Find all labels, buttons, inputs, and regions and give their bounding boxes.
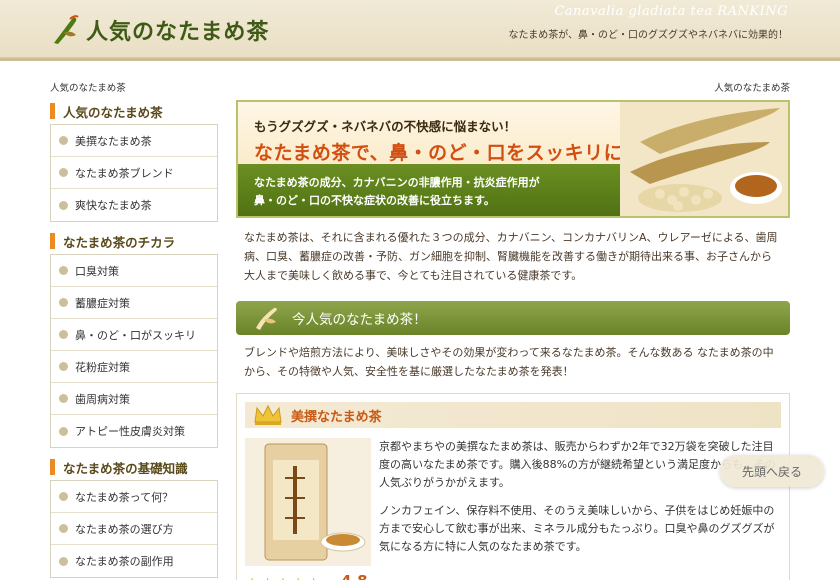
beans-and-tea-image — [620, 102, 788, 216]
section-header-popular: 今人気のなたまめ茶！ — [236, 301, 790, 335]
bullet-icon — [59, 492, 68, 501]
heading-bar — [50, 459, 55, 475]
sidebar-item-label: 歯周病対策 — [75, 392, 130, 406]
sidebar-item-soukai[interactable]: 爽快なたまめ茶 — [51, 189, 217, 221]
sidebar-item-what-is[interactable]: なたまめ茶って何？ — [51, 481, 217, 513]
banner-line-1: もうグズグズ・ネバネバの不快感に悩まない！ — [254, 119, 517, 134]
site-header: 人気のなたまめ茶 Canavalia gladiata tea RANKING … — [0, 0, 840, 61]
bullet-icon — [59, 266, 68, 275]
sidebar-heading-power: なたまめ茶のチカラ — [50, 230, 218, 252]
site-english-title: Canavalia gladiata tea RANKING — [554, 4, 788, 19]
heading-bar — [50, 103, 55, 119]
banner-headline: なたまめ茶で、鼻・のど・口をスッキリに！ — [254, 142, 643, 164]
bullet-icon — [59, 168, 68, 177]
sidebar: 人気のなたまめ茶 人気のなたまめ茶 美撰なたまめ茶 なたまめ茶ブレンド 爽快なた… — [50, 80, 218, 580]
sidebar-item-bisen[interactable]: 美撰なたまめ茶 — [51, 125, 217, 157]
sidebar-item-label: なたまめ茶の選び方 — [75, 522, 174, 536]
intro-text: なたまめ茶は、それに含まれる優れた３つの成分、カナバニン、コンカナバリンA、ウレ… — [244, 231, 778, 282]
ranking-card: 美撰なたまめ茶 京都やまちやの美撰なたまめ茶は、販売からわずか2年で32万袋を突… — [236, 393, 790, 580]
sidebar-heading-basics: なたまめ茶の基礎知識 — [50, 456, 218, 478]
hero-banner: もうグズグズ・ネバネバの不快感に悩まない！ なたまめ茶で、鼻・のど・口をスッキリ… — [236, 100, 790, 218]
sidebar-item-label: 鼻・のど・口がスッキリ — [75, 328, 196, 342]
sidebar-item-hay-fever[interactable]: 花粉症対策 — [51, 351, 217, 383]
sidebar-list-power: 口臭対策 蓄膿症対策 鼻・のど・口がスッキリ 花粉症対策 歯周病対策 アトピー性… — [50, 254, 218, 448]
sidebar-item-label: なたまめ茶って何？ — [75, 490, 174, 504]
sidebar-item-blend[interactable]: なたまめ茶ブレンド — [51, 157, 217, 189]
sidebar-item-label: 蓄膿症対策 — [75, 296, 130, 310]
sidebar-item-nose-throat[interactable]: 鼻・のど・口がスッキリ — [51, 319, 217, 351]
site-tagline: なたまめ茶が、鼻・のど・口のグズグズやネバネバに効果的！ — [508, 30, 789, 41]
heading-bar — [50, 233, 55, 249]
sidebar-item-sinusitis[interactable]: 蓄膿症対策 — [51, 287, 217, 319]
site-title: 人気のなたまめ茶 — [86, 19, 270, 45]
bullet-icon — [59, 426, 68, 436]
section-title: 今人気のなたまめ茶！ — [292, 312, 427, 328]
rating-score: 4.8 — [341, 572, 368, 580]
sidebar-item-label: なたまめ茶の副作用 — [75, 555, 174, 568]
sidebar-item-label: 爽快なたまめ茶 — [75, 199, 152, 212]
site-logo[interactable]: 人気のなたまめ茶 — [50, 10, 269, 50]
sidebar-item-label: 美撰なたまめ茶 — [75, 134, 152, 148]
breadcrumb[interactable]: 人気のなたまめ茶 — [50, 80, 218, 94]
ranking-description: 京都やまちやの美撰なたまめ茶は、販売からわずか2年で32万袋を突破した注目度の高… — [379, 438, 783, 566]
bullet-icon — [59, 556, 68, 566]
back-to-top-button[interactable]: 先頭へ戻る — [720, 455, 824, 487]
sidebar-item-bad-breath[interactable]: 口臭対策 — [51, 255, 217, 287]
bullet-icon — [59, 330, 68, 339]
rating-stars-icon: ★★★★★ — [245, 574, 322, 580]
bullet-icon — [59, 362, 68, 371]
banner-line-4: 鼻・のど・口の不快な症状の改善に役立ちます。 — [254, 194, 495, 207]
sidebar-heading-popular: 人気のなたまめ茶 — [50, 100, 218, 122]
banner-line-3: なたまめ茶の成分、カナバニンの非膿作用・抗炎症作用が — [254, 176, 540, 189]
section-intro-text: ブレンドや焙煎方法により、美味しさやその効果が変わって来るなたまめ茶。そんな数あ… — [244, 346, 774, 378]
ranking-title-bar: 美撰なたまめ茶 — [245, 402, 781, 428]
bean-pod-icon — [54, 15, 79, 44]
sidebar-item-label: 口臭対策 — [75, 264, 119, 278]
sidebar-item-label: なたまめ茶ブレンド — [75, 166, 174, 180]
ranking-paragraph-2: ノンカフェイン、保存料不使用、そのうえ美味しいから、子供をはじめ妊娠中の方まで安… — [379, 504, 775, 553]
sidebar-list-popular: 美撰なたまめ茶 なたまめ茶ブレンド 爽快なたまめ茶 — [50, 124, 218, 222]
bullet-icon — [59, 524, 68, 533]
bean-sprout-icon — [256, 307, 277, 330]
sidebar-item-label: アトピー性皮膚炎対策 — [75, 425, 185, 438]
sidebar-heading-label: 人気のなたまめ茶 — [63, 104, 163, 120]
bullet-icon — [59, 298, 68, 307]
sidebar-heading-label: なたまめ茶の基礎知識 — [63, 460, 188, 476]
ranking-title[interactable]: 美撰なたまめ茶 — [291, 406, 382, 425]
bullet-icon — [59, 200, 68, 210]
sidebar-item-how-to-choose[interactable]: なたまめ茶の選び方 — [51, 513, 217, 545]
sidebar-item-label: 花粉症対策 — [75, 360, 130, 374]
sidebar-item-side-effects[interactable]: なたまめ茶の副作用 — [51, 545, 217, 577]
crown-icon — [254, 404, 282, 425]
bullet-icon — [59, 394, 68, 403]
breadcrumb-right[interactable]: 人気のなたまめ茶 — [236, 80, 790, 94]
bullet-icon — [59, 136, 68, 145]
sidebar-heading-label: なたまめ茶のチカラ — [63, 234, 176, 250]
sidebar-list-basics: なたまめ茶って何？ なたまめ茶の選び方 なたまめ茶の副作用 — [50, 480, 218, 578]
sidebar-item-atopic[interactable]: アトピー性皮膚炎対策 — [51, 415, 217, 447]
sidebar-item-periodontal[interactable]: 歯周病対策 — [51, 383, 217, 415]
product-package-image[interactable] — [245, 438, 371, 566]
main-content: 人気のなたまめ茶 もうグズグズ・ネバネバの不快感に悩まない！ なたまめ茶で、鼻・… — [236, 80, 790, 580]
